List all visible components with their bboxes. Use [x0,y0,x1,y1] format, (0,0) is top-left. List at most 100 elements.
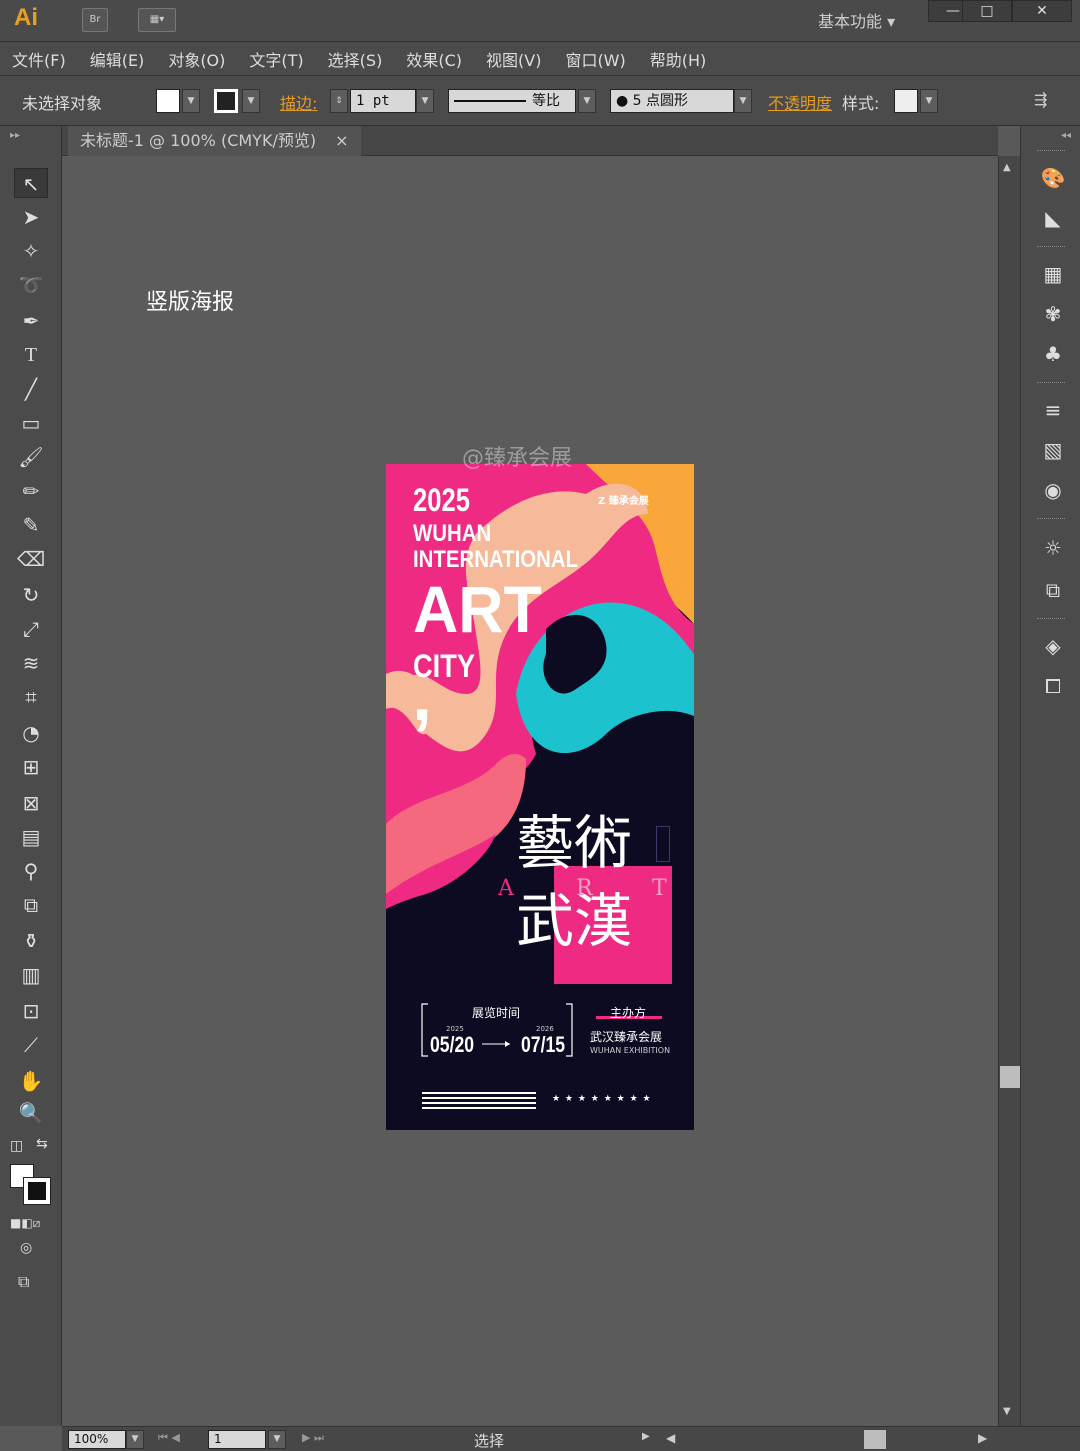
menu-file[interactable]: 文件(F) [12,47,66,71]
color-palette-icon[interactable]: 🎨 [1039,164,1067,192]
swap-colors-icon[interactable]: ⇆ [36,1136,48,1152]
symbols-icon[interactable]: ♣ [1039,340,1067,368]
maximize-button[interactable]: □ [962,0,1012,22]
brushes-icon[interactable]: ✾ [1039,300,1067,328]
star-row: ★ ★ ★ ★ ★ ★ ★ ★ [552,1094,652,1104]
blend-icon[interactable]: ⧉ [14,890,48,920]
scale-icon[interactable]: ⤢ [14,614,48,644]
bridge-button[interactable]: Br [82,8,108,32]
stroke-label[interactable]: 描边: [280,90,317,114]
zoom-dropdown[interactable]: ▼ [126,1430,144,1449]
collapse-icon[interactable]: ▸▸ [10,130,20,141]
menu-help[interactable]: 帮助(H) [650,47,707,71]
stroke-weight-stepper[interactable]: ⇕ [330,89,348,113]
free-transform-icon[interactable]: ⌗ [14,682,48,712]
scroll-up-icon[interactable]: ▲ [1003,162,1011,173]
shape-builder-icon[interactable]: ◔ [14,718,48,748]
paintbrush-icon[interactable]: 🖌 [14,442,48,472]
vertical-scrollbar[interactable]: ▲ ▼ [998,156,1020,1426]
warp-icon[interactable]: ≋ [14,648,48,678]
close-button[interactable]: ✕ [1012,0,1072,22]
menu-view[interactable]: 视图(V) [486,47,541,71]
artboard-dropdown[interactable]: ▼ [268,1430,286,1449]
line-icon[interactable]: ╱ [14,374,48,404]
workspace-switcher[interactable]: 基本功能 ▾ [818,8,895,32]
dock-collapse-icon[interactable]: ◂◂ [1061,130,1071,141]
variable-width-profile[interactable]: 等比 [448,89,576,113]
opacity-label[interactable]: 不透明度 [768,90,832,114]
selection-tool-icon[interactable]: ↖ [14,168,48,198]
stroke-color-icon[interactable] [23,1177,51,1205]
brush-dropdown[interactable]: ▼ [734,89,752,113]
type-icon[interactable]: T [14,340,48,370]
menu-type[interactable]: 文字(T) [249,47,303,71]
menu-object[interactable]: 对象(O) [168,47,225,71]
fill-dropdown[interactable]: ▼ [182,89,200,113]
zoom-icon[interactable]: 🔍 [14,1098,48,1128]
menu-bar: 文件(F) 编辑(E) 对象(O) 文字(T) 选择(S) 效果(C) 视图(V… [0,42,1080,76]
poster-artboard[interactable]: Z 臻承会展 2025 WUHAN INTERNATIONAL ART CITY… [386,464,694,1130]
fill-swatch[interactable] [156,89,180,113]
artboard-number-field[interactable]: 1 [208,1430,266,1449]
symbol-sprayer-icon[interactable]: ⚱ [14,926,48,956]
graphic-styles-icon[interactable]: ⧉ [1039,576,1067,604]
first-artboard-icon[interactable]: ⏮ ◀ [158,1431,180,1445]
rectangle-icon[interactable]: ▭ [14,408,48,438]
drawing-mode-icon[interactable]: ◎ [20,1240,32,1256]
menu-effect[interactable]: 效果(C) [406,47,462,71]
slice-icon[interactable]: ⟋ [14,1030,48,1060]
eyedropper-icon[interactable]: ⚲ [14,856,48,886]
pencil-icon[interactable]: ✏ [14,476,48,506]
mesh-icon[interactable]: ⊠ [14,788,48,818]
stroke-weight-dropdown[interactable]: ▼ [416,89,434,113]
stroke-weight-field[interactable]: 1 pt [350,89,416,113]
style-swatch[interactable] [894,89,918,113]
zoom-field[interactable]: 100% [68,1430,126,1449]
last-artboard-icon[interactable]: ▶ ⏭ [302,1431,324,1445]
brush-definition[interactable]: ● 5 点圆形 [610,89,734,113]
artboards-icon[interactable]: ⧠ [1039,672,1067,700]
scroll-right-icon[interactable]: ▶ [978,1431,987,1445]
rotate-icon[interactable]: ↻ [14,580,48,610]
panel-menu-icon[interactable]: ⇶ [1034,90,1047,109]
menu-edit[interactable]: 编辑(E) [90,47,145,71]
profile-dropdown[interactable]: ▼ [578,89,596,113]
stroke-swatch[interactable] [214,89,238,113]
tab-close-icon[interactable]: × [335,131,348,150]
menu-window[interactable]: 窗口(W) [565,47,625,71]
arrange-documents-button[interactable]: ▦▾ [138,8,176,32]
screen-mode-icon[interactable]: ⧉ [18,1272,29,1292]
style-dropdown[interactable]: ▼ [920,89,938,113]
menu-select[interactable]: 选择(S) [328,47,383,71]
stroke-icon[interactable]: ≡ [1039,396,1067,424]
hand-icon[interactable]: ✋ [14,1066,48,1096]
status-menu-icon[interactable]: ▶ [642,1431,650,1442]
artboard-icon[interactable]: ⊡ [14,996,48,1026]
blob-brush-icon[interactable]: ✎ [14,510,48,540]
swatches-icon[interactable]: ▦ [1039,260,1067,288]
magic-wand-icon[interactable]: ✧ [14,236,48,266]
stroke-dropdown[interactable]: ▼ [242,89,260,113]
transparency-icon[interactable]: ◉ [1039,476,1067,504]
eraser-icon[interactable]: ⌫ [14,544,48,574]
color-guide-icon[interactable]: ◣ [1039,204,1067,232]
pen-icon[interactable]: ✒ [14,306,48,336]
color-mode-icons[interactable]: ■◧⧄ [10,1216,40,1231]
gradient-icon[interactable]: ▤ [14,822,48,852]
direct-selection-icon[interactable]: ➤ [14,202,48,232]
document-tab[interactable]: 未标题-1 @ 100% (CMYK/预览) × [68,126,361,156]
appearance-icon[interactable]: ☼ [1039,534,1067,562]
default-colors-icon[interactable]: ◫ [10,1138,23,1154]
poster-year: 2025 [413,482,470,518]
horizontal-scroll-thumb[interactable] [864,1430,886,1449]
scroll-down-icon[interactable]: ▼ [1003,1406,1011,1417]
gradient-panel-icon[interactable]: ▧ [1039,436,1067,464]
layers-icon[interactable]: ◈ [1039,632,1067,660]
graph-icon[interactable]: ⊞ [14,752,48,782]
lasso-icon[interactable]: ➰ [14,270,48,300]
scroll-left-icon[interactable]: ◀ [666,1431,675,1445]
start-date: 05/20 [430,1032,475,1057]
column-graph-icon[interactable]: ▥ [14,960,48,990]
vertical-scroll-thumb[interactable] [1000,1066,1020,1088]
exhibition-time-label: 展览时间 [472,1006,521,1020]
